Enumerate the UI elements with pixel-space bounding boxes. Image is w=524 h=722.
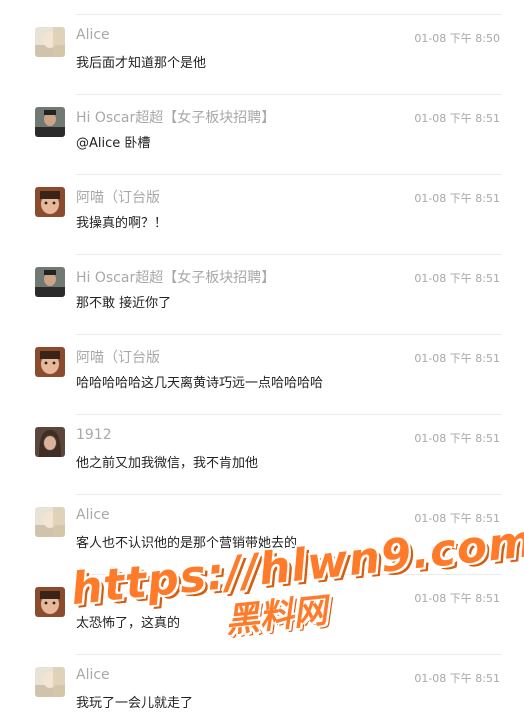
message-item: Alice 01-08 下午 8:51 客人也不认识他的是那个营销带她去的 <box>0 480 524 560</box>
message-item: Alice 01-08 下午 8:51 我玩了一会儿就走了 <box>0 640 524 720</box>
divider <box>76 94 502 95</box>
divider <box>76 574 502 575</box>
comment-text: @Alice 卧槽 <box>76 136 151 151</box>
message-item: Hi Oscar超超【女子板块招聘】 01-08 下午 8:51 @Alice … <box>0 80 524 160</box>
avatar[interactable] <box>35 507 65 537</box>
avatar[interactable] <box>35 187 65 217</box>
comment-text: 我玩了一会儿就走了 <box>76 696 194 711</box>
divider <box>76 414 502 415</box>
avatar[interactable] <box>35 347 65 377</box>
comment-text: 那不敢 接近你了 <box>76 296 172 311</box>
comment-time: 01-08 下午 8:51 <box>414 272 500 285</box>
comment-time: 01-08 下午 8:51 <box>414 112 500 125</box>
avatar[interactable] <box>35 267 65 297</box>
avatar[interactable] <box>35 427 65 457</box>
divider <box>76 254 502 255</box>
comment-author[interactable]: Hi Oscar超超【女子板块招聘】 <box>76 107 275 127</box>
avatar[interactable] <box>35 107 65 137</box>
message-item: Hi Oscar超超【女子板块招聘】 01-08 下午 8:51 那不敢 接近你… <box>0 240 524 320</box>
comment-author[interactable]: Alice <box>76 507 110 523</box>
divider <box>76 334 502 335</box>
comment-time: 01-08 下午 8:51 <box>414 512 500 525</box>
comment-time: 01-08 下午 8:51 <box>414 672 500 685</box>
comment-author[interactable]: Alice <box>76 667 110 683</box>
message-item: 阿喵（订台版 01-08 下午 8:51 我操真的啊？！ <box>0 160 524 240</box>
message-item: 阿喵（订台版 01-08 下午 8:51 哈哈哈哈哈这几天离黄诗巧远一点哈哈哈哈 <box>0 320 524 400</box>
message-item: 1912 01-08 下午 8:51 他之前又加我微信，我不肯加他 <box>0 400 524 480</box>
comment-text: 我后面才知道那个是他 <box>76 56 207 71</box>
comment-text: 哈哈哈哈哈这几天离黄诗巧远一点哈哈哈哈 <box>76 376 324 391</box>
comment-text: 客人也不认识他的是那个营销带她去的 <box>76 536 298 551</box>
comment-author[interactable]: 阿喵（订台版 <box>76 187 160 207</box>
message-item: 01-08 下午 8:51 太恐怖了，这真的 <box>0 560 524 640</box>
comment-time: 01-08 下午 8:51 <box>414 352 500 365</box>
message-item: Alice 01-08 下午 8:50 我后面才知道那个是他 <box>0 0 524 80</box>
comment-text: 太恐怖了，这真的 <box>76 616 181 631</box>
comment-time: 01-08 下午 8:51 <box>414 432 500 445</box>
divider <box>76 654 502 655</box>
comment-time: 01-08 下午 8:50 <box>414 32 500 45</box>
avatar[interactable] <box>35 587 65 617</box>
comment-text: 我操真的啊？！ <box>76 216 168 231</box>
comment-author[interactable]: 阿喵（订台版 <box>76 347 160 367</box>
divider <box>76 14 502 15</box>
divider <box>76 494 502 495</box>
comment-author[interactable]: 1912 <box>76 427 112 443</box>
divider <box>76 174 502 175</box>
comment-author[interactable]: Alice <box>76 27 110 43</box>
comment-time: 01-08 下午 8:51 <box>414 192 500 205</box>
comment-author[interactable]: Hi Oscar超超【女子板块招聘】 <box>76 267 275 287</box>
avatar[interactable] <box>35 667 65 697</box>
comment-text: 他之前又加我微信，我不肯加他 <box>76 456 259 471</box>
avatar[interactable] <box>35 27 65 57</box>
comment-time: 01-08 下午 8:51 <box>414 592 500 605</box>
